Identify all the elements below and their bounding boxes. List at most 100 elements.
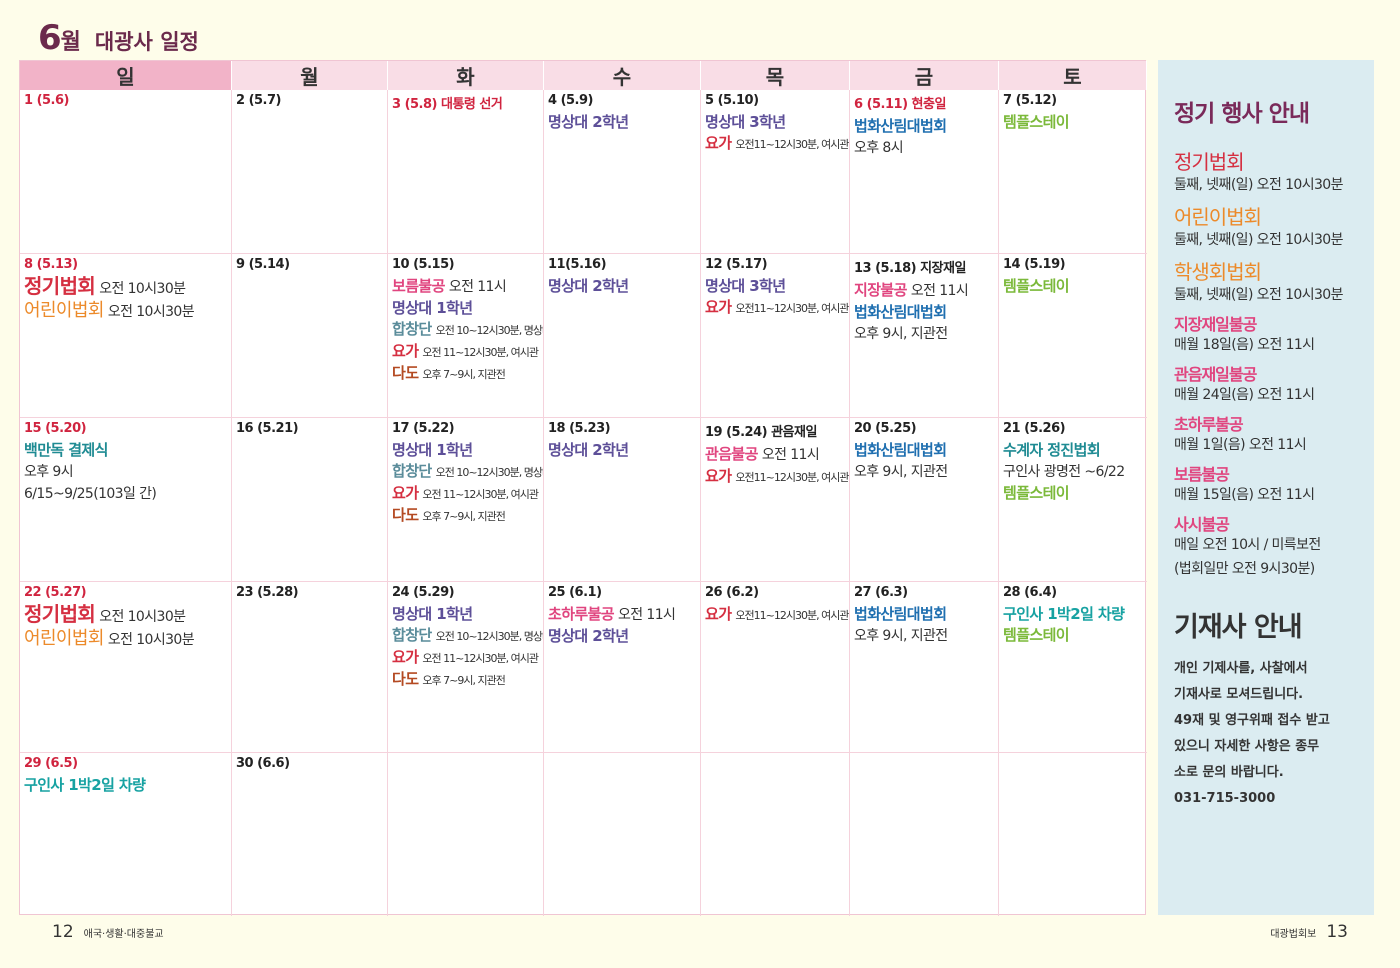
event-detail: 6/15~9/25(103일 간) bbox=[24, 486, 157, 502]
day-cell: 17 (5.22) 명상대 1학년합창단오전 10~12시30분, 명상대 강의실… bbox=[388, 418, 544, 582]
calendar-event: 지장불공 오전 11시 bbox=[854, 280, 994, 302]
calendar-event: 요가 오전 11~12시30분, 여시관 bbox=[392, 483, 539, 505]
calendar-event: 다도 오후 7~9시, 지관전 bbox=[392, 505, 539, 527]
event-name: 다도 bbox=[392, 364, 419, 382]
event-name: 명상대 1학년 bbox=[392, 299, 473, 317]
event-detail: 오전11~12시30분, 여시관 bbox=[735, 138, 849, 151]
event-name: 법화산림대법회 bbox=[854, 441, 947, 459]
event-name: 템플스테이 bbox=[1003, 277, 1070, 295]
event-name: 다도 bbox=[392, 670, 419, 688]
calendar-event: 법화산림대법회 bbox=[854, 604, 994, 625]
event-name: 명상대 2학년 bbox=[548, 113, 629, 131]
day-cell: 16 (5.21) bbox=[232, 418, 388, 582]
event-name: 법화산림대법회 bbox=[854, 605, 947, 623]
event-name: 합창단 bbox=[392, 320, 432, 338]
event-detail: 오전 11시 bbox=[910, 283, 969, 299]
calendar-event: 명상대 2학년 bbox=[548, 626, 696, 647]
calendar-event: 어린이법회 오전 10시30분 bbox=[24, 300, 227, 323]
day-cell: 5 (5.10) 명상대 3학년 요가 오전11~12시30분, 여시관 bbox=[701, 90, 850, 254]
calendar-event: 오후 9시, 지관전 bbox=[854, 625, 994, 647]
day-cell: 20 (5.25) 법화산림대법회 오후 9시, 지관전 bbox=[850, 418, 999, 582]
title-text: 대광사 일정 bbox=[94, 30, 199, 54]
day-date: 8 (5.13) bbox=[24, 257, 78, 272]
day-cell: 21 (5.26) 수계자 정진법회 구인사 광명전 ~6/22 템플스테이 bbox=[999, 418, 1147, 582]
day-date: 21 (5.26) bbox=[1003, 421, 1066, 436]
day-cell bbox=[544, 753, 701, 916]
day-date: 18 (5.23) bbox=[548, 421, 611, 436]
sidebar-event-desc: 둘째, 넷째(일) 오전 10시30분 bbox=[1174, 232, 1343, 248]
day-date: 24 (5.29) bbox=[392, 585, 455, 600]
event-detail: 오전 10~12시30분, 명상대 강의실 bbox=[435, 324, 543, 337]
day-cell: 15 (5.20) 백만독 결제식 오후 9시 6/15~9/25(103일 간) bbox=[20, 418, 232, 582]
event-detail: 오후 9시 bbox=[24, 464, 74, 480]
event-name: 요가 bbox=[705, 134, 732, 152]
event-name: 명상대 1학년 bbox=[392, 441, 473, 459]
weekday-header: 목 bbox=[701, 61, 850, 90]
day-date: 29 (6.5) bbox=[24, 756, 78, 771]
calendar-event: 템플스테이 bbox=[1003, 112, 1143, 133]
event-detail: 오전11~12시30분, 여시관 bbox=[735, 471, 849, 484]
day-date: 30 (6.6) bbox=[236, 756, 290, 771]
day-date: 10 (5.15) bbox=[392, 257, 455, 272]
event-name: 어린이법회 bbox=[24, 628, 104, 649]
event-detail: 오후 7~9시, 지관전 bbox=[422, 674, 505, 687]
day-date: 23 (5.28) bbox=[236, 585, 299, 600]
event-name: 명상대 3학년 bbox=[705, 113, 786, 131]
calendar-event: 오후 8시 bbox=[854, 137, 994, 159]
calendar-event: 명상대 2학년 bbox=[548, 276, 696, 297]
event-name: 백만독 결제식 bbox=[24, 441, 108, 459]
calendar-event: 요가 오전11~12시30분, 여시관 bbox=[705, 297, 849, 319]
weekday-header: 금 bbox=[850, 61, 999, 90]
calendar-event: 다도 오후 7~9시, 지관전 bbox=[392, 363, 539, 385]
calendar-event: 요가 오전 11~12시30분, 여시관 bbox=[392, 341, 539, 363]
event-detail: 오전 11~12시30분, 여시관 bbox=[422, 488, 539, 501]
event-name: 다도 bbox=[392, 506, 419, 524]
calendar-event: 명상대 2학년 bbox=[548, 440, 696, 461]
event-detail: 오전11~12시30분, 여시관 bbox=[735, 609, 849, 622]
day-date: 2 (5.7) bbox=[236, 93, 281, 108]
event-name: 법화산림대법회 bbox=[854, 117, 947, 135]
gijae-line: 49재 및 영구위패 접수 받고 bbox=[1174, 713, 1330, 728]
event-name: 템플스테이 bbox=[1003, 113, 1070, 131]
calendar-event: 명상대 3학년 bbox=[705, 276, 845, 297]
weekday-header: 수 bbox=[544, 61, 701, 90]
weekday-header: 화 bbox=[388, 61, 544, 90]
title-month-number: 6 bbox=[38, 18, 62, 58]
day-date: 9 (5.14) bbox=[236, 257, 290, 272]
calendar-event: 법화산림대법회 bbox=[854, 440, 994, 461]
event-name: 명상대 2학년 bbox=[548, 627, 629, 645]
sidebar-event-desc: 매월 24일(음) 오전 11시 bbox=[1174, 387, 1315, 403]
event-detail: 구인사 광명전 ~6/22 bbox=[1003, 464, 1125, 480]
sidebar-event-name: 정기법회 bbox=[1174, 150, 1245, 174]
sidebar-event-desc: 매월 15일(음) 오전 11시 bbox=[1174, 487, 1315, 503]
sidebar-heading: 정기 행사 안내 bbox=[1174, 101, 1310, 127]
calendar-event: 관음불공 오전 11시 bbox=[705, 444, 845, 466]
day-date: 13 (5.18) 지장재일 bbox=[854, 261, 966, 276]
sidebar-event-desc: 매월 18일(음) 오전 11시 bbox=[1174, 337, 1315, 353]
calendar-event: 6/15~9/25(103일 간) bbox=[24, 483, 227, 505]
sidebar-event-name: 학생회법회 bbox=[1174, 260, 1262, 284]
day-cell: 25 (6.1) 초하루불공 오전 11시 명상대 2학년 bbox=[544, 582, 701, 753]
calendar-event: 템플스테이 bbox=[1003, 276, 1143, 297]
day-cell: 13 (5.18) 지장재일 지장불공 오전 11시 법화산림대법회 오후 9시, 지관… bbox=[850, 254, 999, 418]
day-date: 19 (5.24) 관음재일 bbox=[705, 425, 817, 440]
gijae-line: 개인 기제사를, 사찰에서 bbox=[1174, 661, 1308, 676]
day-cell: 10 (5.15) 보름불공 오전 11시 명상대 1학년 합창단 오전 10~12시30… bbox=[388, 254, 544, 418]
event-name: 명상대 2학년 bbox=[548, 441, 629, 459]
weekday-header: 월 bbox=[232, 61, 388, 90]
event-name: 정기법회 bbox=[24, 602, 96, 626]
day-cell bbox=[388, 753, 544, 916]
day-date: 4 (5.9) bbox=[548, 93, 593, 108]
event-detail: 오전 10시30분 bbox=[99, 281, 186, 297]
calendar-event: 명상대 1학년 bbox=[392, 440, 539, 461]
day-date: 1 (5.6) bbox=[24, 93, 69, 108]
calendar-event: 어린이법회 오전 10시30분 bbox=[24, 628, 227, 651]
page-number-right: 13 bbox=[1326, 922, 1348, 942]
day-date: 20 (5.25) bbox=[854, 421, 917, 436]
event-detail: 오전 10시30분 bbox=[107, 304, 195, 320]
footer-left: 12 애국·생활·대중불교 bbox=[52, 922, 164, 942]
event-detail: 오후 7~9시, 지관전 bbox=[422, 510, 505, 523]
day-cell: 18 (5.23) 명상대 2학년 bbox=[544, 418, 701, 582]
event-name: 명상대 1학년 bbox=[392, 605, 473, 623]
event-name: 템플스테이 bbox=[1003, 626, 1070, 644]
